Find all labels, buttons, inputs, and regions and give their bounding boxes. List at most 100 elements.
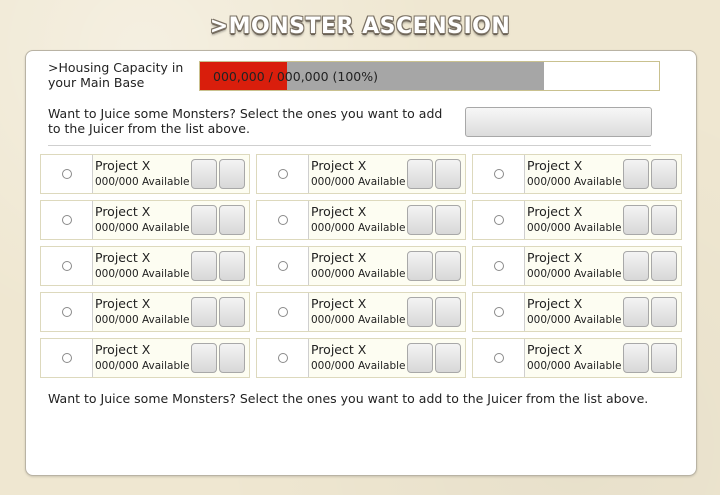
increase-button[interactable] xyxy=(435,297,461,327)
monster-thumbnail xyxy=(257,293,309,331)
increase-button[interactable] xyxy=(219,343,245,373)
decrease-button[interactable] xyxy=(623,251,649,281)
loading-spinner-icon xyxy=(278,261,288,271)
monster-thumbnail xyxy=(41,339,93,377)
decrease-button[interactable] xyxy=(407,251,433,281)
monster-card[interactable]: Project X 000/000 Available xyxy=(256,200,466,240)
divider xyxy=(48,145,651,146)
decrease-button[interactable] xyxy=(623,205,649,235)
capacity-progress-text: 000,000 / 000,000 (100%) xyxy=(213,69,379,84)
increase-button[interactable] xyxy=(651,251,677,281)
monster-card[interactable]: Project X 000/000 Available xyxy=(256,246,466,286)
monster-available-count: 000/000 Available xyxy=(527,222,622,234)
monster-name: Project X xyxy=(311,204,367,219)
loading-spinner-icon xyxy=(62,307,72,317)
decrease-button[interactable] xyxy=(623,297,649,327)
monster-card[interactable]: Project X 000/000 Available xyxy=(40,246,250,286)
monster-available-count: 000/000 Available xyxy=(311,314,406,326)
monster-available-count: 000/000 Available xyxy=(527,176,622,188)
monster-card[interactable]: Project X 000/000 Available xyxy=(40,292,250,332)
monster-thumbnail xyxy=(473,201,525,239)
monster-thumbnail xyxy=(257,247,309,285)
monster-thumbnail xyxy=(257,201,309,239)
monster-card[interactable]: Project X 000/000 Available xyxy=(40,154,250,194)
increase-button[interactable] xyxy=(435,205,461,235)
loading-spinner-icon xyxy=(494,169,504,179)
monster-grid: Project X 000/000 Available Project X 000/0… xyxy=(40,154,683,380)
monster-name: Project X xyxy=(95,158,151,173)
monster-thumbnail xyxy=(257,339,309,377)
monster-name: Project X xyxy=(95,204,151,219)
increase-button[interactable] xyxy=(651,159,677,189)
increase-button[interactable] xyxy=(219,205,245,235)
footer-juice-prompt: Want to Juice some Monsters? Select the … xyxy=(48,391,649,406)
monster-available-count: 000/000 Available xyxy=(95,268,190,280)
increase-button[interactable] xyxy=(219,251,245,281)
decrease-button[interactable] xyxy=(191,159,217,189)
monster-available-count: 000/000 Available xyxy=(527,360,622,372)
increase-button[interactable] xyxy=(435,159,461,189)
decrease-button[interactable] xyxy=(407,343,433,373)
juice-button[interactable] xyxy=(465,107,652,137)
housing-capacity-bar: 000,000 / 000,000 (100%) xyxy=(199,61,660,91)
monster-thumbnail xyxy=(473,155,525,193)
monster-card[interactable]: Project X 000/000 Available xyxy=(472,338,682,378)
monster-name: Project X xyxy=(311,342,367,357)
monster-card[interactable]: Project X 000/000 Available xyxy=(256,338,466,378)
increase-button[interactable] xyxy=(219,297,245,327)
monster-name: Project X xyxy=(527,158,583,173)
monster-available-count: 000/000 Available xyxy=(95,222,190,234)
loading-spinner-icon xyxy=(494,307,504,317)
loading-spinner-icon xyxy=(278,307,288,317)
monster-card[interactable]: Project X 000/000 Available xyxy=(256,154,466,194)
monster-card[interactable]: Project X 000/000 Available xyxy=(472,154,682,194)
decrease-button[interactable] xyxy=(623,159,649,189)
monster-card[interactable]: Project X 000/000 Available xyxy=(472,246,682,286)
decrease-button[interactable] xyxy=(623,343,649,373)
loading-spinner-icon xyxy=(278,353,288,363)
monster-card[interactable]: Project X 000/000 Available xyxy=(40,338,250,378)
increase-button[interactable] xyxy=(651,205,677,235)
decrease-button[interactable] xyxy=(191,297,217,327)
monster-name: Project X xyxy=(527,342,583,357)
increase-button[interactable] xyxy=(651,343,677,373)
loading-spinner-icon xyxy=(62,169,72,179)
monster-available-count: 000/000 Available xyxy=(311,360,406,372)
decrease-button[interactable] xyxy=(191,205,217,235)
monster-thumbnail xyxy=(41,155,93,193)
monster-thumbnail xyxy=(473,247,525,285)
decrease-button[interactable] xyxy=(191,251,217,281)
monster-card[interactable]: Project X 000/000 Available xyxy=(472,200,682,240)
decrease-button[interactable] xyxy=(191,343,217,373)
monster-name: Project X xyxy=(311,296,367,311)
loading-spinner-icon xyxy=(494,261,504,271)
loading-spinner-icon xyxy=(494,215,504,225)
monster-name: Project X xyxy=(95,296,151,311)
decrease-button[interactable] xyxy=(407,205,433,235)
monster-name: Project X xyxy=(95,342,151,357)
monster-available-count: 000/000 Available xyxy=(311,222,406,234)
monster-thumbnail xyxy=(41,247,93,285)
monster-card[interactable]: Project X 000/000 Available xyxy=(256,292,466,332)
monster-name: Project X xyxy=(527,250,583,265)
monster-card[interactable]: Project X 000/000 Available xyxy=(40,200,250,240)
monster-available-count: 000/000 Available xyxy=(527,314,622,326)
monster-name: Project X xyxy=(311,250,367,265)
increase-button[interactable] xyxy=(435,251,461,281)
loading-spinner-icon xyxy=(62,261,72,271)
increase-button[interactable] xyxy=(651,297,677,327)
decrease-button[interactable] xyxy=(407,297,433,327)
increase-button[interactable] xyxy=(219,159,245,189)
monster-thumbnail xyxy=(473,293,525,331)
increase-button[interactable] xyxy=(435,343,461,373)
monster-available-count: 000/000 Available xyxy=(95,360,190,372)
decrease-button[interactable] xyxy=(407,159,433,189)
loading-spinner-icon xyxy=(62,215,72,225)
monster-thumbnail xyxy=(473,339,525,377)
monster-card[interactable]: Project X 000/000 Available xyxy=(472,292,682,332)
monster-available-count: 000/000 Available xyxy=(95,176,190,188)
app-title: >MONSTER ASCENSION xyxy=(209,14,511,39)
loading-spinner-icon xyxy=(278,169,288,179)
loading-spinner-icon xyxy=(62,353,72,363)
housing-capacity-label: >Housing Capacity in your Main Base xyxy=(48,60,184,90)
